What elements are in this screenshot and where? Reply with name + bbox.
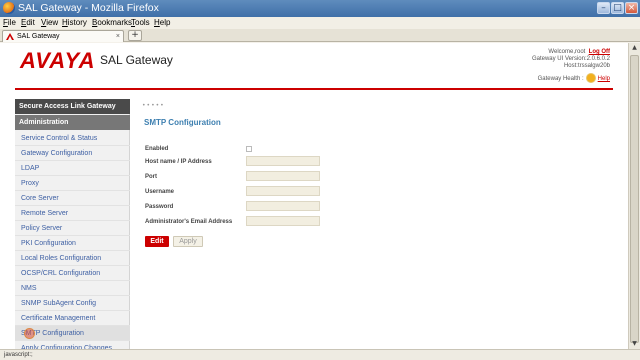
- sidebar-item-certificate-management[interactable]: Certificate Management: [15, 311, 130, 326]
- welcome-text: Welcome,root: [548, 49, 586, 55]
- sidebar-item-gateway-configuration[interactable]: Gateway Configuration: [15, 146, 130, 161]
- host-input[interactable]: [246, 156, 320, 166]
- user-info: Welcome,root Log Off Gateway UI Version:…: [460, 49, 610, 70]
- enabled-checkbox[interactable]: [246, 146, 252, 152]
- sidebar: Secure Access Link Gateway Administratio…: [15, 99, 130, 349]
- browser-window: SAL Gateway - Mozilla Firefox – □ × File…: [0, 0, 640, 360]
- tab-label: SAL Gateway: [17, 33, 60, 40]
- sidebar-item-nms[interactable]: NMS: [15, 281, 130, 296]
- port-label: Port: [145, 174, 157, 180]
- gateway-health: Gateway Health : Help: [538, 74, 610, 84]
- logoff-link[interactable]: Log Off: [589, 49, 610, 55]
- tab-close-icon[interactable]: ×: [116, 31, 120, 42]
- breadcrumb: •••••: [142, 102, 165, 109]
- health-sun-icon: [586, 74, 595, 82]
- menu-bookmarks[interactable]: Bookmarks: [92, 17, 132, 29]
- scrollbar-thumb[interactable]: [630, 55, 639, 343]
- scroll-up-icon[interactable]: ▲: [630, 43, 639, 53]
- password-input[interactable]: [246, 201, 320, 211]
- menu-view[interactable]: View: [41, 17, 58, 29]
- web-page: AVAYA SAL Gateway Welcome,root Log Off G…: [0, 43, 628, 349]
- tab-sal-gateway[interactable]: SAL Gateway ×: [2, 30, 124, 42]
- username-label: Username: [145, 189, 175, 195]
- menu-help[interactable]: Help: [154, 17, 170, 29]
- menu-history[interactable]: History: [62, 17, 87, 29]
- sidebar-item-remote-server[interactable]: Remote Server: [15, 206, 130, 221]
- avaya-favicon-icon: [6, 33, 14, 40]
- window-title: SAL Gateway - Mozilla Firefox: [18, 2, 159, 14]
- password-label: Password: [145, 204, 174, 210]
- sidebar-item-pki-configuration[interactable]: PKI Configuration: [15, 236, 130, 251]
- menu-file[interactable]: File: [3, 17, 16, 29]
- page-title: SMTP Configuration: [144, 118, 221, 127]
- version-text: Gateway UI Version:2.0.6.0.2: [531, 56, 610, 62]
- apply-button[interactable]: Apply: [173, 236, 203, 247]
- vertical-scrollbar[interactable]: ▲ ▼: [628, 43, 640, 349]
- health-label: Gateway Health :: [537, 76, 584, 82]
- title-bar: SAL Gateway - Mozilla Firefox – □ ×: [0, 0, 640, 17]
- enabled-label: Enabled: [145, 146, 169, 152]
- firefox-icon: [3, 2, 15, 14]
- sidebar-item-core-server[interactable]: Core Server: [15, 191, 130, 206]
- sidebar-heading: Secure Access Link Gateway: [15, 99, 130, 114]
- menu-tools[interactable]: Tools: [131, 17, 150, 29]
- host-text: Host:trssalgw20b: [563, 63, 610, 69]
- sidebar-item-snmp-subagent[interactable]: SNMP SubAgent Config: [15, 296, 130, 311]
- sidebar-item-apply-changes[interactable]: Apply Configuration Changes: [15, 341, 130, 349]
- sidebar-item-local-roles[interactable]: Local Roles Configuration: [15, 251, 130, 266]
- help-link[interactable]: Help: [598, 76, 610, 82]
- mouse-cursor-highlight: [24, 328, 35, 339]
- tab-strip: SAL Gateway × +: [0, 29, 640, 42]
- sidebar-item-proxy[interactable]: Proxy: [15, 176, 130, 191]
- menu-bar: File Edit View History Bookmarks Tools H…: [0, 17, 640, 29]
- edit-button[interactable]: Edit: [145, 236, 169, 247]
- sidebar-item-ocsp-crl[interactable]: OCSP/CRL Configuration: [15, 266, 130, 281]
- scroll-down-icon[interactable]: ▼: [630, 339, 639, 349]
- close-button[interactable]: ×: [625, 2, 638, 14]
- sidebar-item-service-control[interactable]: Service Control & Status: [15, 131, 130, 146]
- admin-email-label: Administrator's Email Address: [145, 219, 233, 225]
- minimize-button[interactable]: –: [597, 2, 610, 14]
- status-bar: javascript:;: [0, 349, 640, 360]
- avaya-logo: AVAYA: [20, 48, 96, 73]
- host-label: Host name / IP Address: [145, 159, 212, 165]
- product-title: SAL Gateway: [100, 53, 173, 67]
- menu-edit[interactable]: Edit: [21, 17, 35, 29]
- username-input[interactable]: [246, 186, 320, 196]
- new-tab-button[interactable]: +: [128, 30, 142, 41]
- sidebar-item-ldap[interactable]: LDAP: [15, 161, 130, 176]
- admin-email-input[interactable]: [246, 216, 320, 226]
- maximize-button[interactable]: □: [611, 2, 624, 14]
- sidebar-section-administration[interactable]: Administration: [15, 115, 130, 130]
- sidebar-item-policy-server[interactable]: Policy Server: [15, 221, 130, 236]
- port-input[interactable]: [246, 171, 320, 181]
- header-divider: [15, 88, 613, 90]
